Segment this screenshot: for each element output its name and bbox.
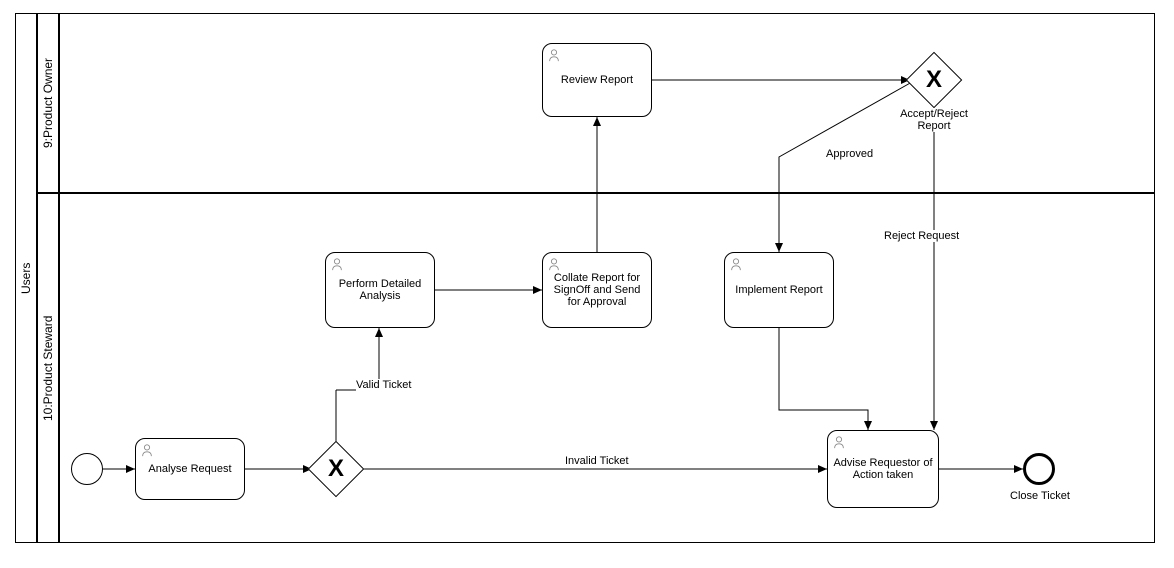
user-task-icon [140, 443, 154, 457]
task-label: Collate Report for SignOff and Send for … [547, 272, 647, 308]
bpmn-diagram: Users 9:Product Owner 10:Product Steward [0, 0, 1174, 568]
flow-label-reject-request: Reject Request [884, 230, 959, 242]
task-collate-report: Collate Report for SignOff and Send for … [542, 252, 652, 328]
task-advise-requestor: Advise Requestor of Action taken [827, 430, 939, 508]
end-event-label: Close Ticket [1010, 490, 1070, 502]
pool-label: Users [15, 13, 37, 543]
task-review-report: Review Report [542, 43, 652, 117]
task-label: Perform Detailed Analysis [330, 278, 430, 302]
task-label: Advise Requestor of Action taken [832, 457, 934, 481]
start-event [71, 453, 103, 485]
user-task-icon [547, 257, 561, 271]
task-perform-detailed-analysis: Perform Detailed Analysis [325, 252, 435, 328]
flow-label-approved: Approved [826, 148, 873, 160]
flow-label-valid-ticket: Valid Ticket [356, 379, 411, 391]
user-task-icon [832, 435, 846, 449]
user-task-icon [330, 257, 344, 271]
lane-product-steward-label: 10:Product Steward [37, 193, 59, 543]
task-label: Analyse Request [148, 463, 231, 475]
task-label: Review Report [561, 74, 633, 86]
user-task-icon [547, 48, 561, 62]
gateway-accept-reject-label: Accept/Reject Report [899, 108, 969, 132]
task-implement-report: Implement Report [724, 252, 834, 328]
end-event-close-ticket [1023, 453, 1055, 485]
user-task-icon [729, 257, 743, 271]
task-analyse-request: Analyse Request [135, 438, 245, 500]
lane-product-owner-label: 9:Product Owner [37, 13, 59, 193]
task-label: Implement Report [735, 284, 822, 296]
flow-label-invalid-ticket: Invalid Ticket [565, 455, 629, 467]
